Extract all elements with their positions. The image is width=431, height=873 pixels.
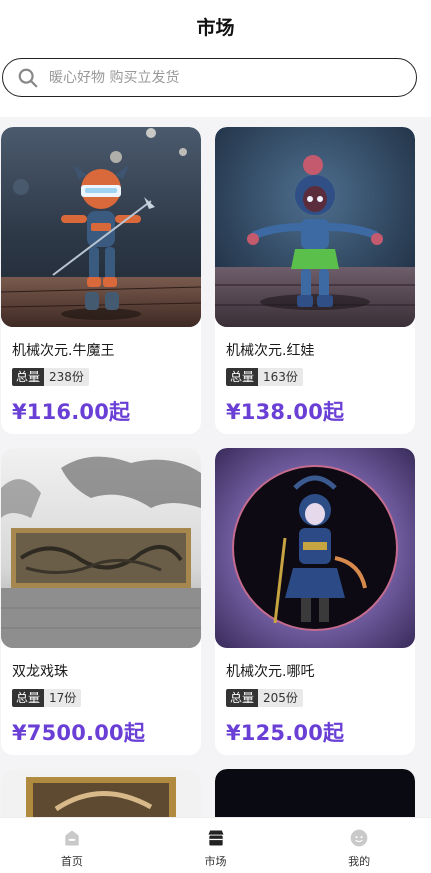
- quantity-badge: 总量 163份: [226, 368, 404, 386]
- app-header: 市场: [0, 0, 431, 52]
- product-name: 双龙戏珠: [12, 664, 68, 680]
- quantity-value: 17份: [44, 689, 82, 707]
- tab-profile[interactable]: 我的: [287, 818, 431, 873]
- product-card[interactable]: 双龙戏珠 总量 17份 ¥7500.00起: [1, 448, 201, 755]
- quantity-label: 总量: [226, 689, 259, 707]
- search-icon: [18, 68, 38, 87]
- tab-home[interactable]: 首页: [0, 818, 144, 873]
- search-input[interactable]: [49, 69, 349, 86]
- home-icon: [65, 830, 79, 846]
- product-grid: 机械次元.牛魔王 总量 238份 ¥116.00起 机械次元.红娃 总量 163…: [0, 127, 431, 829]
- bottom-tab-bar: 首页 市场 我的: [0, 817, 431, 873]
- product-price: ¥125.00起: [226, 721, 345, 745]
- quantity-badge: 总量 238份: [12, 368, 190, 386]
- search-bar-container: [0, 52, 431, 117]
- product-price: ¥7500.00起: [12, 721, 146, 745]
- product-image: [1, 448, 201, 648]
- product-name: 机械次元.牛魔王: [12, 343, 115, 359]
- tab-label: 首页: [60, 855, 83, 868]
- quantity-value: 205份: [258, 689, 303, 707]
- product-price: ¥116.00起: [12, 400, 131, 424]
- product-card[interactable]: 机械次元.红娃 总量 163份 ¥138.00起: [215, 127, 415, 434]
- search-bar[interactable]: [2, 58, 417, 97]
- tab-label: 市场: [204, 855, 227, 868]
- tab-label: 我的: [348, 855, 371, 868]
- product-card[interactable]: 机械次元.哪吒 总量 205份 ¥125.00起: [215, 448, 415, 755]
- tab-market[interactable]: 市场: [144, 818, 288, 873]
- quantity-label: 总量: [12, 689, 45, 707]
- quantity-value: 238份: [44, 368, 89, 386]
- market-icon: [208, 830, 223, 846]
- quantity-value: 163份: [258, 368, 303, 386]
- product-name: 机械次元.哪吒: [226, 664, 315, 680]
- product-image: [215, 448, 415, 648]
- quantity-badge: 总量 17份: [12, 689, 190, 707]
- quantity-badge: 总量 205份: [226, 689, 404, 707]
- product-price: ¥138.00起: [226, 400, 345, 424]
- product-name: 机械次元.红娃: [226, 343, 315, 359]
- quantity-label: 总量: [226, 368, 259, 386]
- product-image: [215, 127, 415, 327]
- page-title: 市场: [196, 16, 235, 39]
- profile-icon: [350, 829, 368, 847]
- product-card[interactable]: 机械次元.牛魔王 总量 238份 ¥116.00起: [1, 127, 201, 434]
- quantity-label: 总量: [12, 368, 45, 386]
- product-image: [1, 127, 201, 327]
